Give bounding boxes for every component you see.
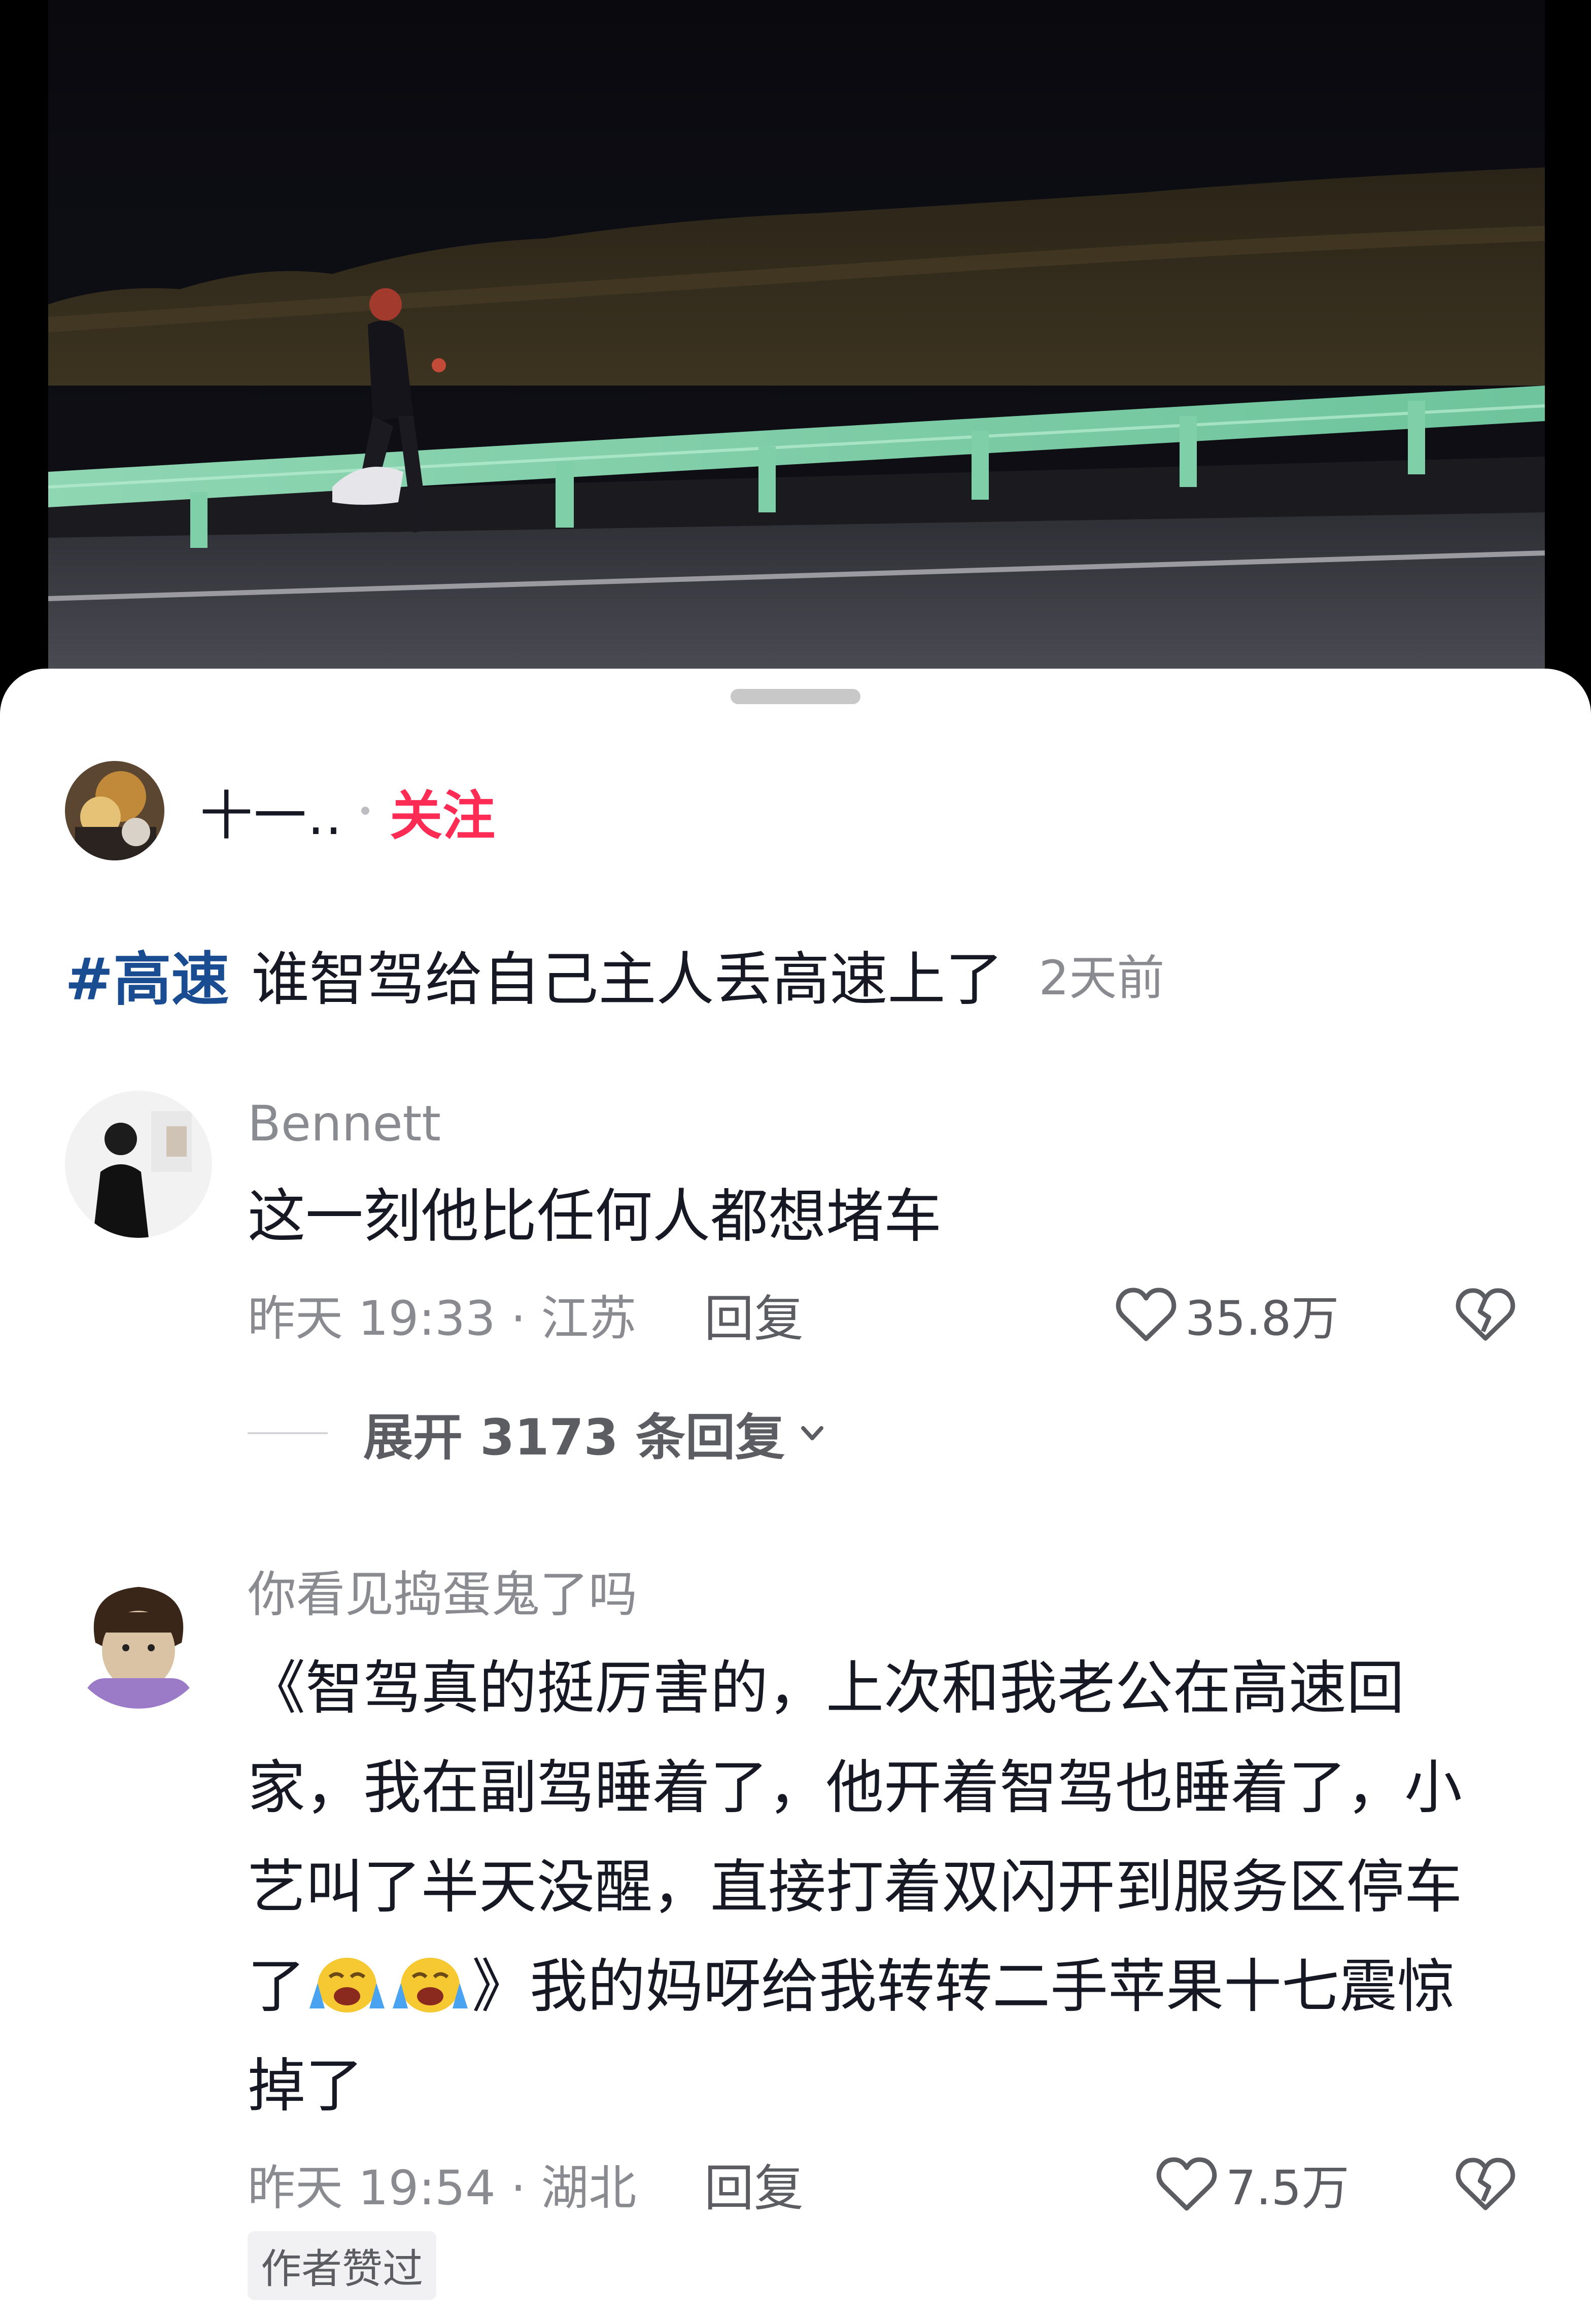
comment-sheet: 十一.. 关注 #高速 谁智驾给自己主人丢高速上了 2天前 Bennett 这一… (0, 669, 1591, 2324)
comment-body: 你看见捣蛋鬼了吗 《智驾真的挺厉害的，上次和我老公在高速回 家，我在副驾睡着了，… (248, 1562, 1516, 2300)
video-scene-image (48, 167, 1545, 670)
author-liked-badge: 作者赞过 (248, 2231, 436, 2300)
hashtag-link[interactable]: #高速 (65, 932, 229, 1016)
comment-line: 艺叫了半天没醒，直接打着双闪开到服务区停车 (248, 1853, 1463, 1921)
caption-text: 谁智驾给自己主人丢高速上了 (251, 945, 1004, 1013)
broken-heart-icon (1456, 2158, 1515, 2210)
post-author-row: 十一.. 关注 (65, 761, 495, 860)
sheet-drag-handle[interactable] (731, 689, 860, 704)
author-name[interactable]: 十一.. (200, 773, 343, 849)
commenter-name[interactable]: Bennett (248, 1091, 1516, 1157)
comment-time-location: 昨天 19:54 · 湖北 (248, 2161, 637, 2216)
video-player[interactable] (0, 0, 1591, 700)
heart-outline-icon (1116, 1288, 1177, 1341)
loudly-crying-face-icon (393, 1958, 468, 2013)
post-time: 2天前 (1039, 951, 1165, 1006)
comment-meta: 昨天 19:54 · 湖北 回复 7.5万 (248, 2146, 1516, 2222)
broken-heart-icon (1456, 1288, 1515, 1341)
like-button[interactable]: 7.5万 (1156, 2149, 1350, 2218)
like-button[interactable]: 35.8万 (1115, 1280, 1339, 1349)
comment-text[interactable]: 《智驾真的挺厉害的，上次和我老公在高速回 家，我在副驾睡着了，他开着智驾也睡着了… (248, 1639, 1516, 2136)
comment-line: 《智驾真的挺厉害的，上次和我老公在高速回 (248, 1654, 1405, 1722)
dislike-button[interactable] (1455, 1286, 1516, 1343)
author-avatar[interactable] (65, 761, 164, 860)
comment-line: 这一刻他比任何人都想堵车 (248, 1183, 942, 1250)
like-count: 35.8万 (1185, 1291, 1339, 1346)
divider-line (248, 1432, 328, 1434)
like-count: 7.5万 (1226, 2161, 1350, 2216)
heart-outline-icon (1156, 2157, 1217, 2211)
comment-line: 掉了 (248, 2052, 364, 2120)
expand-replies-button[interactable]: 展开 3173 条回复 (248, 1395, 827, 1471)
comment-line-with-emoji: 了 》我的妈呀给我转转二手苹果十七震惊 (248, 1937, 1516, 2036)
comment-time-location: 昨天 19:33 · 江苏 (248, 1291, 637, 1346)
commenter-avatar[interactable] (65, 1091, 212, 1238)
video-frame[interactable] (48, 0, 1545, 670)
dislike-button[interactable] (1455, 2156, 1516, 2212)
commenter-name[interactable]: 你看见捣蛋鬼了吗 (248, 1562, 1516, 1627)
reply-button[interactable]: 回复 (704, 2148, 804, 2220)
comment-body: Bennett 这一刻他比任何人都想堵车 昨天 19:33 · 江苏 回复 35… (248, 1091, 1516, 1352)
comment-text[interactable]: 这一刻他比任何人都想堵车 (248, 1167, 1516, 1266)
chevron-down-icon (801, 1426, 823, 1440)
follow-button[interactable]: 关注 (390, 773, 495, 849)
expand-replies-label: 展开 3173 条回复 (363, 1409, 785, 1467)
post-caption: #高速 谁智驾给自己主人丢高速上了 2天前 (65, 933, 1164, 1015)
comment-item: Bennett 这一刻他比任何人都想堵车 昨天 19:33 · 江苏 回复 35… (65, 1091, 1536, 1415)
commenter-avatar[interactable] (65, 1562, 212, 1709)
reply-button[interactable]: 回复 (704, 1278, 804, 1350)
separator-dot (361, 807, 370, 815)
comment-item: 你看见捣蛋鬼了吗 《智驾真的挺厉害的，上次和我老公在高速回 家，我在副驾睡着了，… (65, 1562, 1536, 2322)
comment-line: 家，我在副驾睡着了，他开着智驾也睡着了，小 (248, 1754, 1463, 1821)
comment-line-part: 了 (248, 1953, 306, 2020)
loudly-crying-face-icon (309, 1958, 385, 2013)
comment-line-part: 》我的妈呀给我转转二手苹果十七震惊 (472, 1953, 1456, 2020)
app-screen: 十一.. 关注 #高速 谁智驾给自己主人丢高速上了 2天前 Bennett 这一… (0, 0, 1591, 2324)
comment-meta: 昨天 19:33 · 江苏 回复 35.8万 (248, 1276, 1516, 1352)
